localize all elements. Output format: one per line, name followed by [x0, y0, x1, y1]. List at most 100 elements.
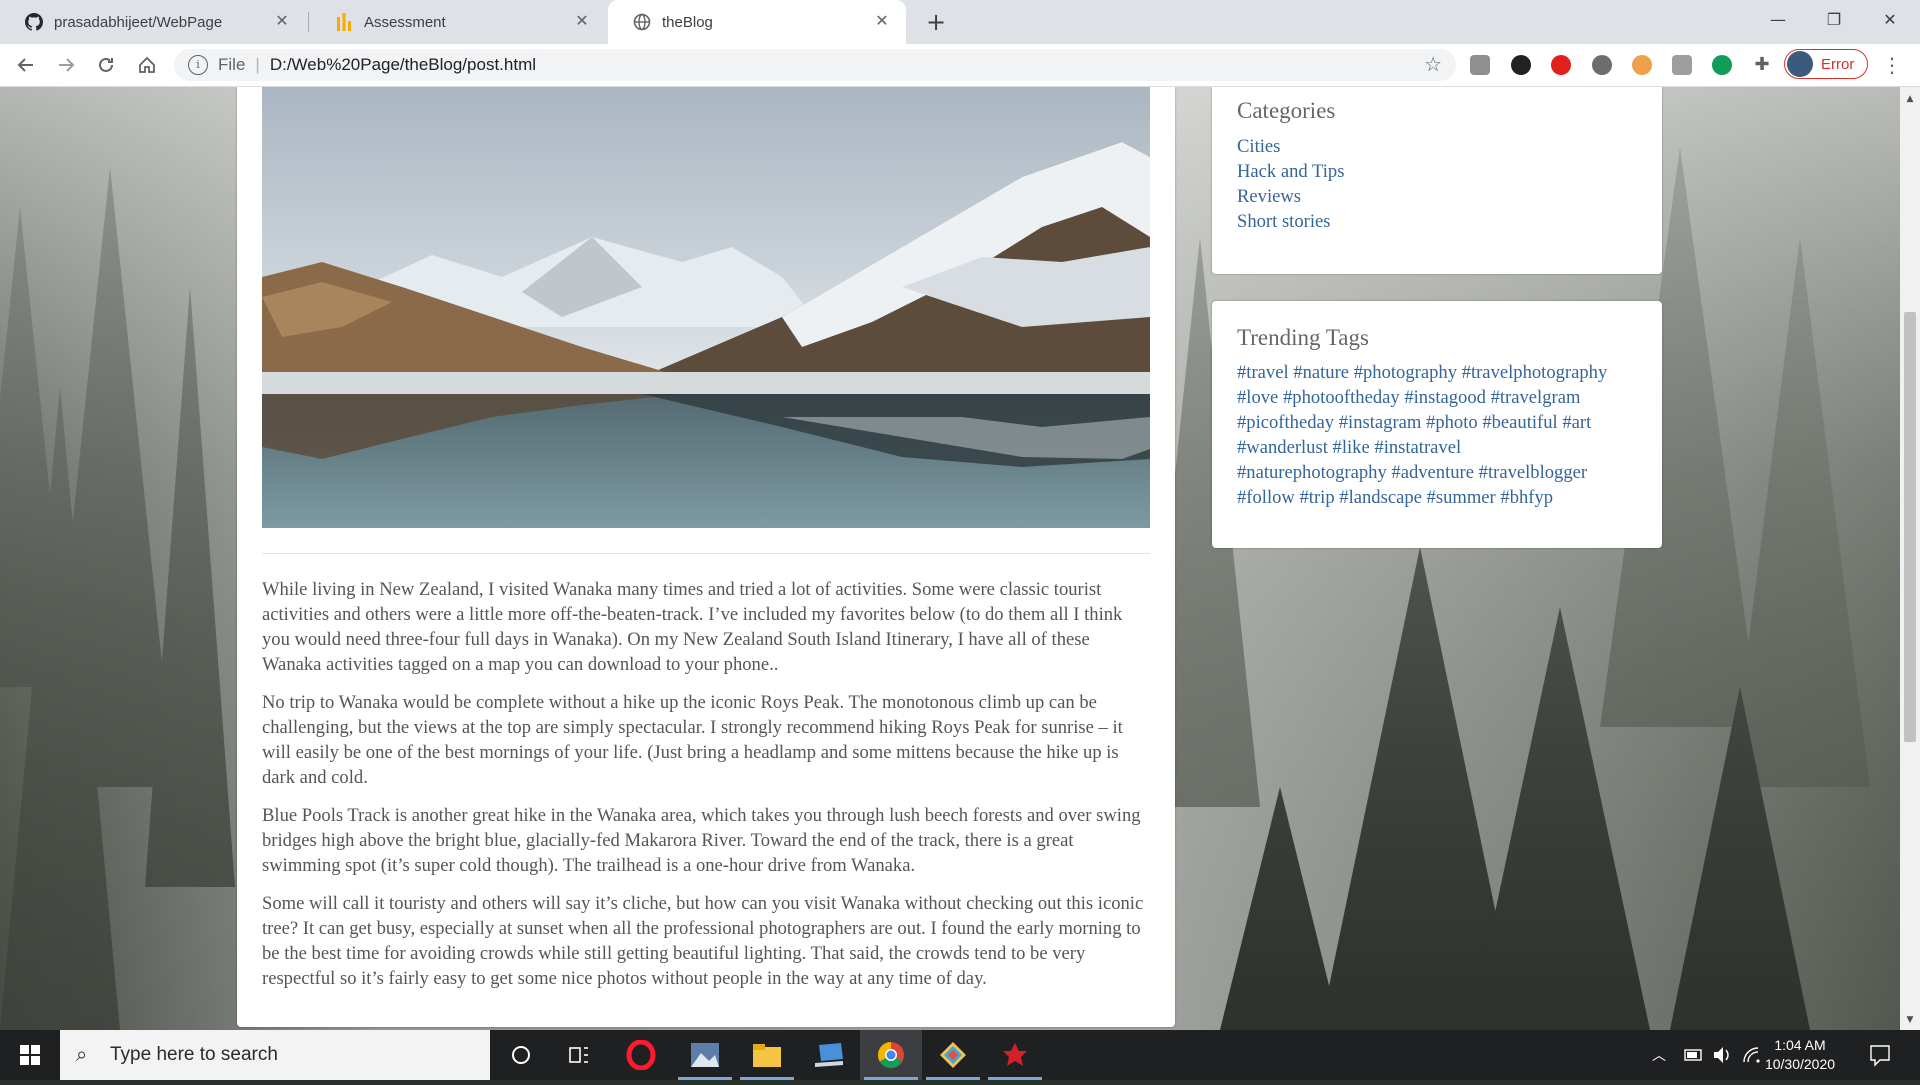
volume-icon[interactable]	[1712, 1030, 1734, 1080]
tag-link[interactable]: #travelphotography	[1462, 362, 1608, 383]
minimize-button[interactable]: —	[1750, 0, 1806, 40]
tab-github[interactable]: prasadabhijeet/WebPage ✕	[0, 0, 306, 44]
window-close-button[interactable]: ✕	[1862, 0, 1918, 40]
tag-link[interactable]: #nature	[1293, 362, 1349, 383]
search-placeholder: Type here to search	[110, 1044, 278, 1065]
tag-link[interactable]: #picoftheday	[1237, 412, 1334, 433]
blog-post-card: While living in New Zealand, I visited W…	[237, 87, 1175, 1027]
opera-icon[interactable]	[610, 1030, 672, 1080]
tag-link[interactable]: #travel	[1237, 362, 1289, 383]
tag-link[interactable]: #summer	[1427, 487, 1496, 508]
file-explorer-icon[interactable]	[736, 1030, 798, 1080]
tag-link[interactable]: #bhfyp	[1500, 487, 1553, 508]
search-icon: ⌕	[76, 1043, 88, 1066]
post-paragraph: Blue Pools Track is another great hike i…	[262, 805, 1141, 876]
tray-chevron-up-icon[interactable]: ︿	[1652, 1030, 1672, 1080]
url-text[interactable]: D:/Web%20Page/theBlog/post.html	[270, 55, 536, 75]
app-icon[interactable]	[984, 1030, 1046, 1080]
home-icon[interactable]	[133, 51, 161, 79]
clock-time: 1:04 AM	[1774, 1037, 1826, 1053]
tag-link[interactable]: #like	[1333, 437, 1370, 458]
scheme-label: File	[218, 55, 246, 74]
extension-icon[interactable]	[1511, 55, 1531, 75]
tag-link[interactable]: #instatravel	[1374, 437, 1461, 458]
puzzle-extensions-icon[interactable]: ✚	[1748, 51, 1776, 79]
extension-icon[interactable]	[1632, 55, 1652, 75]
chart-bars-icon	[334, 12, 354, 32]
close-icon[interactable]: ✕	[272, 12, 292, 32]
github-icon	[24, 12, 44, 32]
tab-title: prasadabhijeet/WebPage	[54, 13, 223, 31]
tab-assessment[interactable]: Assessment ✕	[310, 0, 606, 44]
category-link-reviews[interactable]: Reviews	[1237, 184, 1344, 209]
back-arrow-icon[interactable]	[12, 51, 40, 79]
category-link-cities[interactable]: Cities	[1237, 134, 1344, 159]
post-divider	[262, 553, 1150, 554]
reload-icon[interactable]	[92, 51, 120, 79]
grammarly-extension-icon[interactable]	[1712, 55, 1732, 75]
tab-theblog[interactable]: theBlog ✕	[608, 0, 906, 44]
new-tab-button[interactable]: +	[922, 8, 950, 36]
tag-link[interactable]: #photo	[1426, 412, 1478, 433]
tag-link[interactable]: #adventure	[1391, 462, 1474, 483]
scheme-separator: |	[255, 55, 260, 74]
task-view-icon[interactable]	[548, 1030, 610, 1080]
tag-link[interactable]: #trip	[1300, 487, 1335, 508]
scrollbar-thumb[interactable]	[1904, 312, 1916, 742]
scroll-down-arrow-icon[interactable]: ▼	[1900, 1012, 1920, 1028]
info-icon[interactable]: i	[188, 55, 208, 75]
kebab-menu-icon[interactable]: ⋮	[1882, 51, 1902, 79]
tag-link[interactable]: #follow	[1237, 487, 1295, 508]
tag-link[interactable]: #instagram	[1339, 412, 1422, 433]
tag-link[interactable]: #naturephotography	[1237, 462, 1387, 483]
photos-icon[interactable]	[674, 1030, 736, 1080]
bookmark-star-icon[interactable]: ☆	[1424, 52, 1442, 77]
notification-center-icon[interactable]	[1868, 1030, 1898, 1080]
tag-link[interactable]: #beautiful	[1482, 412, 1557, 433]
close-icon[interactable]: ✕	[872, 12, 892, 32]
tag-list: #travel #nature #photography #travelphot…	[1237, 360, 1607, 510]
restore-button[interactable]: ❐	[1806, 0, 1862, 40]
address-bar[interactable]: i File | D:/Web%20Page/theBlog/post.html…	[174, 49, 1456, 81]
close-icon[interactable]: ✕	[572, 12, 592, 32]
scroll-up-arrow-icon[interactable]: ▲	[1900, 91, 1920, 107]
tab-title: theBlog	[662, 13, 713, 31]
git-icon[interactable]	[922, 1030, 984, 1080]
category-link-hack-and-tips[interactable]: Hack and Tips	[1237, 159, 1344, 184]
post-paragraph: While living in New Zealand, I visited W…	[262, 579, 1123, 675]
tag-link[interactable]: #wanderlust	[1237, 437, 1328, 458]
tag-link[interactable]: #love	[1237, 387, 1278, 408]
system-clock[interactable]: 1:04 AM 10/30/2020	[1755, 1036, 1845, 1074]
globe-icon	[632, 12, 652, 32]
pdf-extension-icon[interactable]	[1470, 55, 1490, 75]
page-viewport: While living in New Zealand, I visited W…	[0, 87, 1900, 1030]
tag-link[interactable]: #photography	[1354, 362, 1457, 383]
tag-link[interactable]: #photooftheday	[1283, 387, 1400, 408]
chrome-icon[interactable]	[860, 1030, 922, 1080]
browser-toolbar: i File | D:/Web%20Page/theBlog/post.html…	[0, 44, 1920, 87]
windows-logo-icon	[20, 1045, 40, 1065]
opera-extension-icon[interactable]	[1551, 55, 1571, 75]
post-body: While living in New Zealand, I visited W…	[262, 577, 1150, 1004]
categories-title: Categories	[1237, 98, 1336, 123]
dark-mode-extension-icon[interactable]	[1592, 55, 1612, 75]
cortana-icon[interactable]	[490, 1030, 552, 1080]
extension-icon[interactable]	[1672, 55, 1692, 75]
post-paragraph: Some will call it touristy and others wi…	[262, 893, 1144, 989]
tag-link[interactable]: #landscape	[1339, 487, 1422, 508]
clock-date: 10/30/2020	[1764, 1056, 1836, 1072]
battery-icon[interactable]	[1684, 1030, 1706, 1080]
forward-arrow-icon[interactable]	[52, 51, 80, 79]
windows-start-button[interactable]	[0, 1030, 60, 1080]
taskbar-search-input[interactable]: ⌕ Type here to search	[60, 1030, 490, 1080]
profile-button[interactable]: Error	[1784, 49, 1868, 79]
windows-taskbar: ⌕ Type here to search ︿ 1:04 AM 10/30/20…	[0, 1030, 1920, 1080]
category-link-short-stories[interactable]: Short stories	[1237, 209, 1344, 234]
tag-link[interactable]: #travelgram	[1491, 387, 1581, 408]
laptop-icon[interactable]	[798, 1030, 860, 1080]
tab-title: Assessment	[364, 13, 446, 31]
post-paragraph: No trip to Wanaka would be complete with…	[262, 692, 1123, 788]
tag-link[interactable]: #instagood	[1404, 387, 1486, 408]
tag-link[interactable]: #travelblogger	[1479, 462, 1587, 483]
tag-link[interactable]: #art	[1562, 412, 1591, 433]
